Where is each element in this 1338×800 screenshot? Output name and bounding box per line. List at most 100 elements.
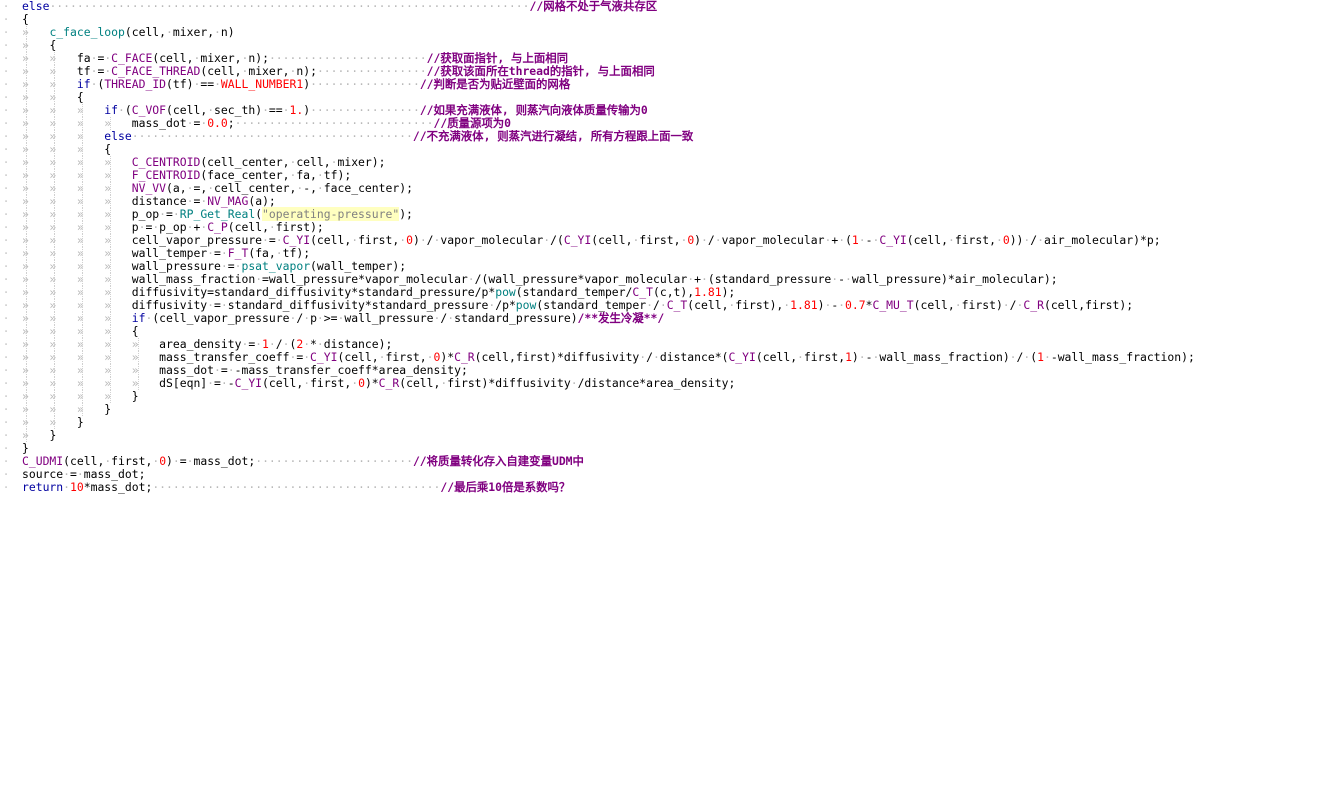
brace-token: { — [22, 12, 29, 26]
whitespace-marker: · — [714, 233, 722, 247]
operator-token: , — [508, 350, 516, 364]
whitespace-marker: · — [995, 233, 1003, 247]
identifier-token: distance — [131, 194, 187, 208]
comment-token: //获取该面所在thread的指针, 与上面相同 — [426, 64, 655, 78]
identifier-token: wall_pressure — [131, 259, 221, 273]
macro-token: C_R — [454, 350, 475, 364]
operator-token: ) — [694, 233, 702, 247]
operator-token: = — [220, 363, 228, 377]
identifier-token: cell — [268, 376, 297, 390]
whitespace-marker: · — [467, 272, 475, 286]
whitespace-marker: · — [172, 207, 180, 221]
whitespace-marker: · — [316, 181, 324, 195]
whitespace-marker: » » » » — [22, 389, 132, 403]
whitespace-marker: » » » — [22, 103, 105, 117]
operator-token: ); — [399, 181, 413, 195]
code-editor[interactable]: · else···································… — [0, 0, 1338, 800]
macro-token: C_YI — [282, 233, 311, 247]
identifier-token: cell — [598, 233, 626, 247]
operator-token: = — [166, 207, 173, 221]
whitespace-marker: » » » » — [22, 168, 132, 182]
whitespace-marker: · — [214, 77, 221, 91]
operator-token: , — [310, 168, 317, 182]
operator-token: , — [941, 233, 948, 247]
operator-token: ( — [166, 181, 173, 195]
identifier-token: c — [659, 285, 667, 299]
identifier-token: cell — [131, 25, 160, 39]
whitespace-marker: · — [419, 233, 427, 247]
macro-token: C_YI — [728, 350, 756, 364]
number-token: 1.81 — [790, 298, 818, 312]
operator-token: ( — [652, 285, 660, 299]
code-line[interactable]: ·» c_face_loop(cell,·mixer,·n) — [0, 26, 1338, 39]
code-line[interactable]: ·» » » » if·(cell_vapor_pressure·/·p·>=·… — [0, 312, 1338, 325]
operator-token: ) — [412, 233, 420, 247]
code-line[interactable]: · else···································… — [0, 0, 1338, 13]
operator-token: , — [310, 181, 317, 195]
macro-token: C_FACE_THREAD — [111, 64, 201, 78]
macro-token: C_FACE — [111, 51, 153, 65]
keyword-token: if — [76, 77, 91, 91]
code-line[interactable]: ·» } — [0, 429, 1338, 442]
brace-token: { — [76, 90, 84, 104]
whitespace-marker: · — [220, 259, 228, 273]
identifier-token: first — [358, 233, 393, 247]
identifier-token: area_density — [159, 337, 242, 351]
identifier-token: cell — [159, 51, 187, 65]
whitespace-marker: ········································… — [131, 129, 413, 143]
operator-token: ) — [570, 311, 578, 325]
identifier-token: wall_temper — [131, 246, 208, 260]
code-line[interactable]: ·» » » » » dS[eqn]·=·-C_YI(cell,·first,·… — [0, 377, 1338, 390]
identifier-token: cell_center — [214, 181, 290, 195]
operator-token: / — [275, 337, 283, 351]
operator-token: / — [474, 285, 482, 299]
identifier-token: air_molecular — [954, 272, 1044, 286]
macro-token: C_MU_T — [872, 298, 914, 312]
identifier-token: first — [735, 298, 770, 312]
operator-token: , — [989, 233, 996, 247]
identifier-token: mass_dot — [131, 116, 187, 130]
whitespace-marker: » » » — [22, 402, 105, 416]
whitespace-marker: » » — [22, 415, 77, 429]
operator-token: ); — [1119, 298, 1134, 312]
identifier-token: cell — [762, 350, 791, 364]
identifier-token: standard_temper — [522, 285, 626, 299]
identifier-token: source — [22, 467, 64, 481]
operator-token: == — [268, 103, 283, 117]
identifier-token: cell — [344, 350, 372, 364]
gutter-whitespace-marker: · — [2, 480, 10, 494]
whitespace-marker: · — [159, 207, 167, 221]
identifier-token: wall_pressure — [344, 311, 434, 325]
identifier-token: area_density — [378, 363, 461, 377]
operator-token: ( — [1043, 298, 1051, 312]
operator-token: )* — [481, 376, 496, 390]
code-line[interactable]: ·» » » } — [0, 403, 1338, 416]
whitespace-marker: » » » » — [22, 116, 132, 130]
identifier-token: cell — [296, 155, 324, 169]
identifier-token: cell — [481, 350, 509, 364]
operator-token: = — [268, 233, 276, 247]
operator-token: , — [234, 51, 242, 65]
operator-token: + — [694, 272, 701, 286]
whitespace-marker: · — [220, 376, 228, 390]
code-line[interactable]: · return·10*mass_dot;····················… — [0, 481, 1338, 494]
whitespace-marker: · — [797, 350, 804, 364]
code-line[interactable]: ·» » » else·····························… — [0, 130, 1338, 143]
code-line[interactable]: ·» » } — [0, 416, 1338, 429]
code-line[interactable]: ·» » if·(THREAD_ID(tf)·==·WALL_NUMBER1)·… — [0, 78, 1338, 91]
code-line[interactable]: · C_UDMI(cell,·first,·0)·=·mass_dot;·····… — [0, 455, 1338, 468]
identifier-token: first — [803, 350, 839, 364]
number-token: 0.7 — [845, 298, 866, 312]
operator-token: ); — [378, 337, 393, 351]
operator-token: ( — [124, 25, 132, 39]
identifier-token: mixer — [172, 25, 208, 39]
identifier-token: mixer — [248, 64, 283, 78]
operator-token: ( — [166, 103, 173, 117]
identifier-token: area_density — [646, 376, 729, 390]
keyword-token: return — [22, 480, 64, 494]
identifier-token: p_op — [159, 220, 187, 234]
operator-token: ( — [166, 77, 173, 91]
code-line[interactable]: ·» » » » } — [0, 390, 1338, 403]
whitespace-marker: · — [275, 233, 283, 247]
identifier-token: sec_th — [214, 103, 256, 117]
